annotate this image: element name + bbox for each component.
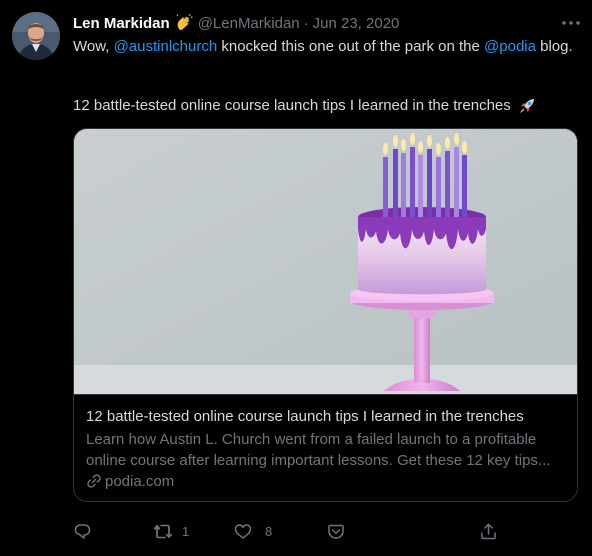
mention-link[interactable]: @podia [484, 38, 536, 55]
rocket-emoji [517, 96, 537, 116]
share-button[interactable] [479, 520, 498, 542]
display-name[interactable]: Len Markidan [73, 15, 170, 32]
tweet-text: Wow, @austinlchurch knocked this one out… [73, 36, 578, 58]
tweet-text-part: Wow, [73, 38, 114, 55]
tweet-text-part: blog. [535, 38, 573, 55]
tweet-header: Len Markidan @LenMarkidan · Jun 23, 2020 [73, 13, 399, 33]
author-handle[interactable]: @LenMarkidan [198, 15, 300, 32]
card-divider [74, 394, 577, 395]
card-domain-text: podia.com [105, 472, 175, 490]
tweet[interactable]: Len Markidan @LenMarkidan · Jun 23, 2020… [0, 0, 592, 556]
mention-link[interactable]: @austinlchurch [114, 38, 218, 55]
tweet-text-part: 12 battle-tested online course launch ti… [73, 97, 511, 114]
like-count: 8 [265, 523, 273, 539]
reply-icon[interactable] [73, 522, 92, 541]
reply-button[interactable] [73, 520, 104, 542]
link-card[interactable]: 12 battle-tested online course launch ti… [73, 128, 578, 502]
retweet-icon[interactable] [152, 522, 174, 541]
retweet-button[interactable]: 1 [152, 520, 189, 542]
tweet-actions: 1 8 [73, 520, 503, 542]
waving-hand-emoji [175, 14, 193, 32]
card-domain: podia.com [86, 471, 174, 491]
separator-dot: · [303, 14, 309, 32]
like-button[interactable]: 8 [233, 520, 272, 542]
like-icon[interactable] [233, 522, 253, 541]
share-via-icon[interactable] [326, 522, 346, 541]
share-via-button[interactable] [326, 520, 346, 542]
avatar[interactable] [12, 12, 60, 60]
retweet-count: 1 [182, 523, 190, 539]
card-title: 12 battle-tested online course launch ti… [86, 408, 524, 425]
tweet-text-part: knocked this one out of the park on the [217, 38, 485, 55]
tweet-text-line: 12 battle-tested online course launch ti… [73, 95, 578, 117]
card-image[interactable] [74, 129, 577, 394]
share-icon[interactable] [479, 522, 498, 541]
tweet-date[interactable]: Jun 23, 2020 [313, 15, 400, 32]
card-description: Learn how Austin L. Church went from a f… [86, 431, 551, 469]
more-icon[interactable] [560, 14, 582, 32]
link-icon [86, 473, 102, 489]
